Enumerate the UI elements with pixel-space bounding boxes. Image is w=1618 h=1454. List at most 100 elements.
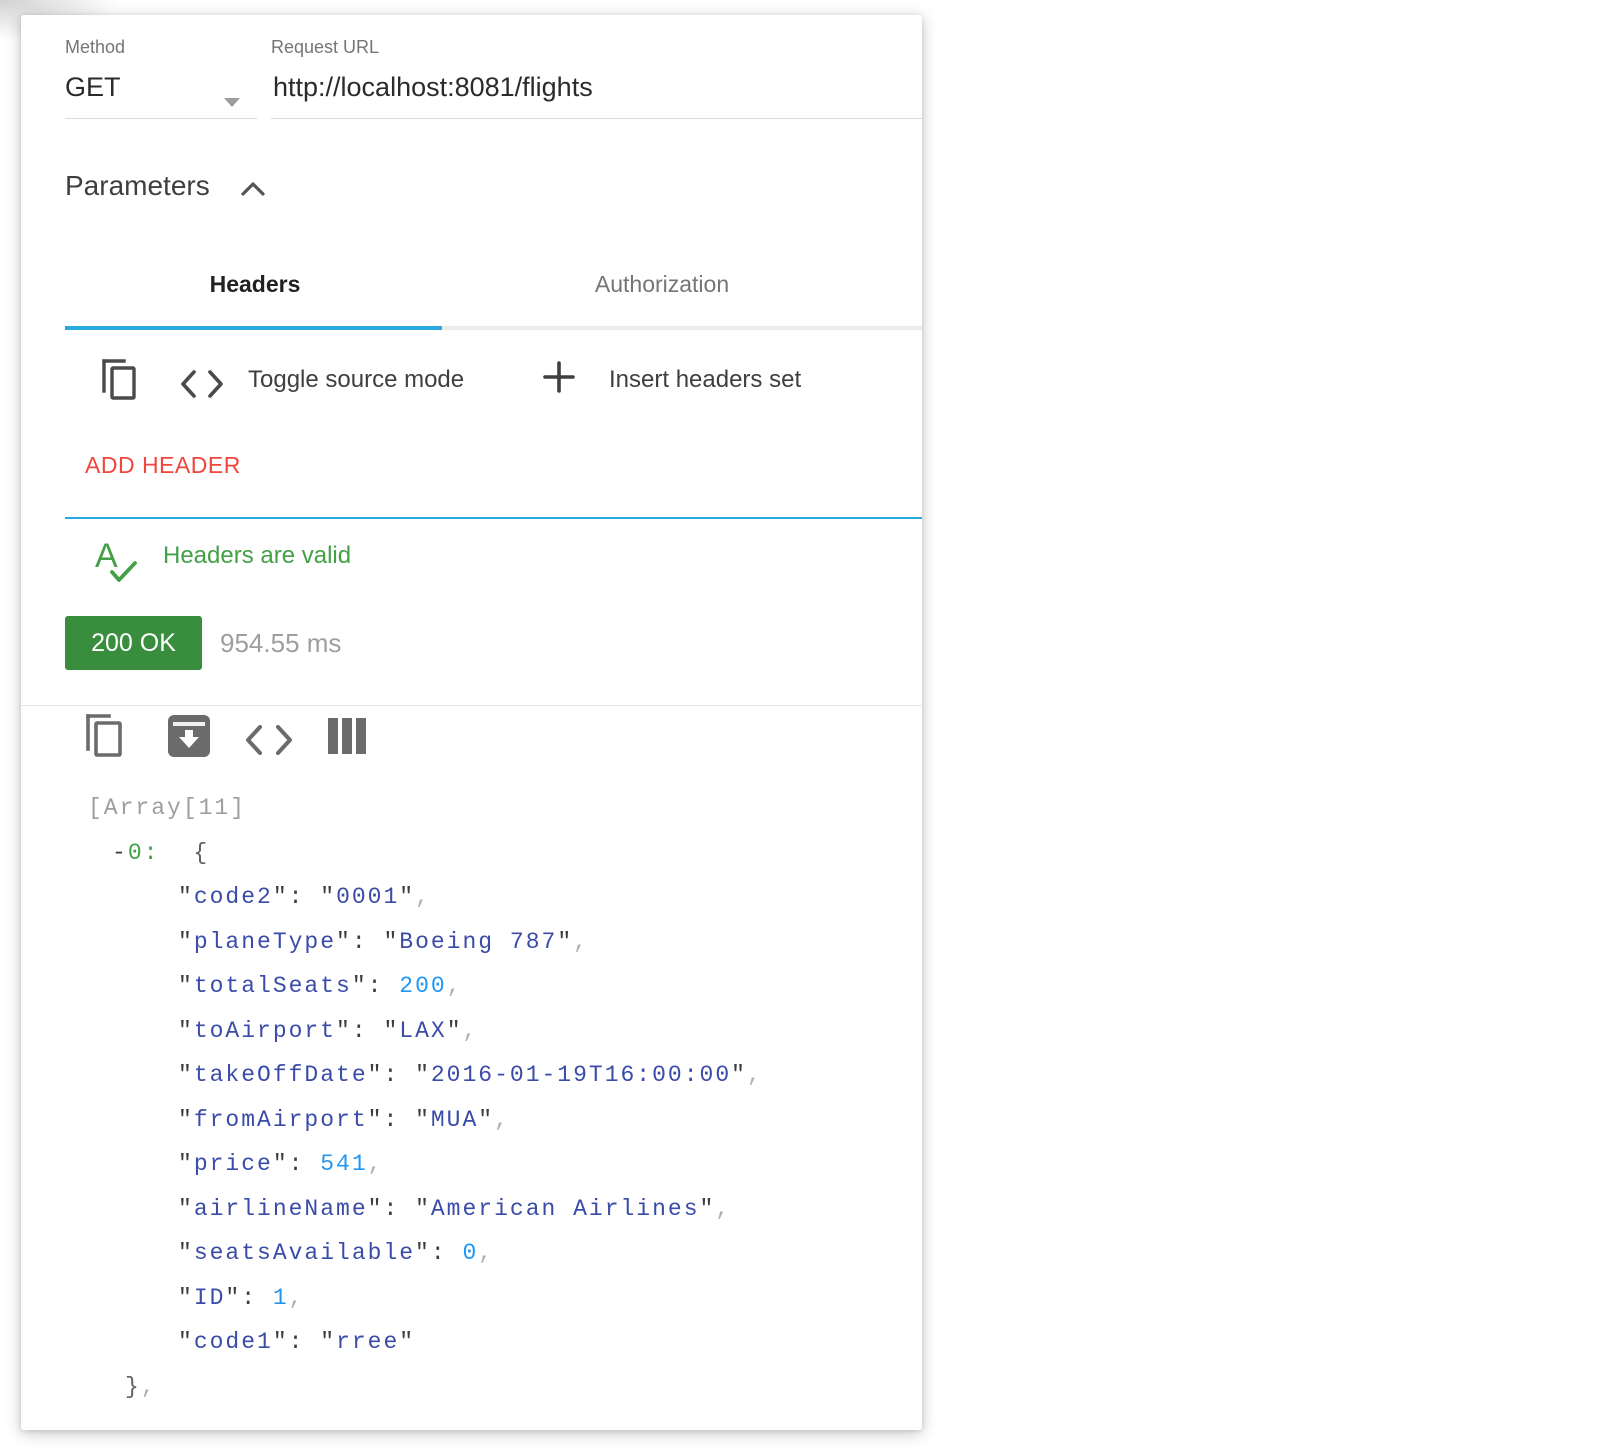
- json-colon: ":: [273, 884, 320, 910]
- json-colon: ":: [336, 929, 383, 955]
- json-comma: ,: [494, 1107, 510, 1133]
- json-line: "planeType": "Boeing 787",: [88, 920, 763, 965]
- json-colon: ":: [225, 1285, 272, 1311]
- json-string-value: 2016-01-19T16:00:00: [431, 1062, 731, 1088]
- json-number-value: 0: [462, 1240, 478, 1266]
- json-line: [Array[11]: [88, 786, 763, 831]
- parameters-toggle[interactable]: Parameters: [65, 168, 266, 204]
- json-key: code2: [194, 884, 273, 910]
- json-quote: ": [178, 1196, 194, 1222]
- json-line: "toAirport": "LAX",: [88, 1009, 763, 1054]
- save-download-icon[interactable]: [167, 714, 211, 763]
- rest-client-panel: Method GET Request URL http://localhost:…: [21, 15, 922, 1430]
- response-time: 954.55 ms: [220, 628, 341, 659]
- parameters-title: Parameters: [65, 170, 210, 202]
- request-url-input[interactable]: http://localhost:8081/flights: [273, 72, 593, 103]
- json-quote: ": [178, 1018, 194, 1044]
- json-collapse-toggle[interactable]: -0: {: [88, 831, 763, 876]
- json-key: planeType: [194, 929, 336, 955]
- tab-authorization[interactable]: Authorization: [445, 271, 879, 305]
- response-divider: [21, 705, 922, 706]
- json-comma: ,: [447, 973, 463, 999]
- json-key: takeOffDate: [194, 1062, 368, 1088]
- json-key: code1: [194, 1329, 273, 1355]
- json-quote: ": [178, 1107, 194, 1133]
- json-quote: ": [320, 884, 336, 910]
- json-string-value: 0001: [336, 884, 399, 910]
- method-label: Method: [65, 37, 125, 58]
- json-line: "seatsAvailable": 0,: [88, 1231, 763, 1276]
- response-source-icon[interactable]: [243, 725, 295, 760]
- json-comma: ,: [747, 1062, 763, 1088]
- json-colon: ":: [368, 1062, 415, 1088]
- dropdown-caret-icon[interactable]: [224, 98, 240, 107]
- json-quote: ": [557, 929, 573, 955]
- json-quote: ": [178, 884, 194, 910]
- json-string-value: American Airlines: [431, 1196, 700, 1222]
- json-line: "code1": "rree": [88, 1320, 763, 1365]
- json-number-value: 1: [273, 1285, 289, 1311]
- json-quote: ": [415, 1196, 431, 1222]
- tab-headers[interactable]: Headers: [65, 271, 445, 305]
- json-line: "code2": "0001",: [88, 875, 763, 920]
- json-index: 0:: [128, 840, 160, 866]
- json-quote: ": [383, 929, 399, 955]
- json-line: "price": 541,: [88, 1142, 763, 1187]
- json-comma: ,: [141, 1374, 157, 1400]
- json-colon: ":: [352, 973, 399, 999]
- json-quote: ": [383, 1018, 399, 1044]
- copy-response-icon[interactable]: [85, 713, 123, 764]
- json-quote: ": [178, 973, 194, 999]
- json-key: seatsAvailable: [194, 1240, 415, 1266]
- json-key: fromAirport: [194, 1107, 368, 1133]
- add-header-button[interactable]: ADD HEADER: [85, 452, 241, 479]
- json-string-value: MUA: [431, 1107, 478, 1133]
- json-line: "airlineName": "American Airlines",: [88, 1187, 763, 1232]
- json-quote: ": [478, 1107, 494, 1133]
- toggle-source-mode-button[interactable]: Toggle source mode: [248, 366, 464, 394]
- json-quote: ": [399, 884, 415, 910]
- method-select[interactable]: GET: [65, 72, 121, 103]
- toggle-source-icon[interactable]: [178, 370, 226, 403]
- insert-headers-set-button[interactable]: Insert headers set: [609, 366, 801, 394]
- json-quote: ": [178, 1240, 194, 1266]
- active-tab-indicator: [65, 326, 442, 330]
- json-string-value: LAX: [399, 1018, 446, 1044]
- json-line: "fromAirport": "MUA",: [88, 1098, 763, 1143]
- method-underline: [65, 118, 257, 119]
- headers-section-divider: [65, 517, 922, 519]
- json-line: },: [88, 1365, 763, 1410]
- json-quote: ": [731, 1062, 747, 1088]
- json-comma: ,: [415, 884, 431, 910]
- json-comma: ,: [289, 1285, 305, 1311]
- json-line: "totalSeats": 200,: [88, 964, 763, 1009]
- table-view-icon[interactable]: [328, 718, 368, 759]
- json-index-dash: -: [112, 840, 128, 866]
- response-body: [Array[11]-0:{"code2": "0001","planeType…: [88, 786, 763, 1409]
- copy-headers-icon[interactable]: [101, 358, 139, 407]
- json-quote: ": [178, 1151, 194, 1177]
- json-comma: ,: [463, 1018, 479, 1044]
- json-colon: ":: [368, 1196, 415, 1222]
- json-colon: ":: [415, 1240, 462, 1266]
- json-string-value: Boeing 787: [399, 929, 557, 955]
- json-line: "takeOffDate": "2016-01-19T16:00:00",: [88, 1053, 763, 1098]
- json-key: totalSeats: [194, 973, 352, 999]
- json-quote: ": [415, 1062, 431, 1088]
- json-comma: ,: [573, 929, 589, 955]
- json-close-brace: }: [125, 1374, 141, 1400]
- chevron-up-icon: [240, 172, 266, 204]
- json-colon: ":: [273, 1151, 320, 1177]
- headers-valid-message: Headers are valid: [163, 542, 351, 570]
- json-line: "ID": 1,: [88, 1276, 763, 1321]
- json-array-label: [Array[11]: [88, 795, 246, 821]
- request-url-label: Request URL: [271, 37, 379, 58]
- json-quote: ": [447, 1018, 463, 1044]
- json-open-brace: {: [193, 840, 209, 866]
- json-key: toAirport: [194, 1018, 336, 1044]
- json-quote: ": [178, 1062, 194, 1088]
- plus-icon[interactable]: [542, 360, 576, 399]
- json-key: price: [194, 1151, 273, 1177]
- json-comma: ,: [478, 1240, 494, 1266]
- json-number-value: 200: [399, 973, 446, 999]
